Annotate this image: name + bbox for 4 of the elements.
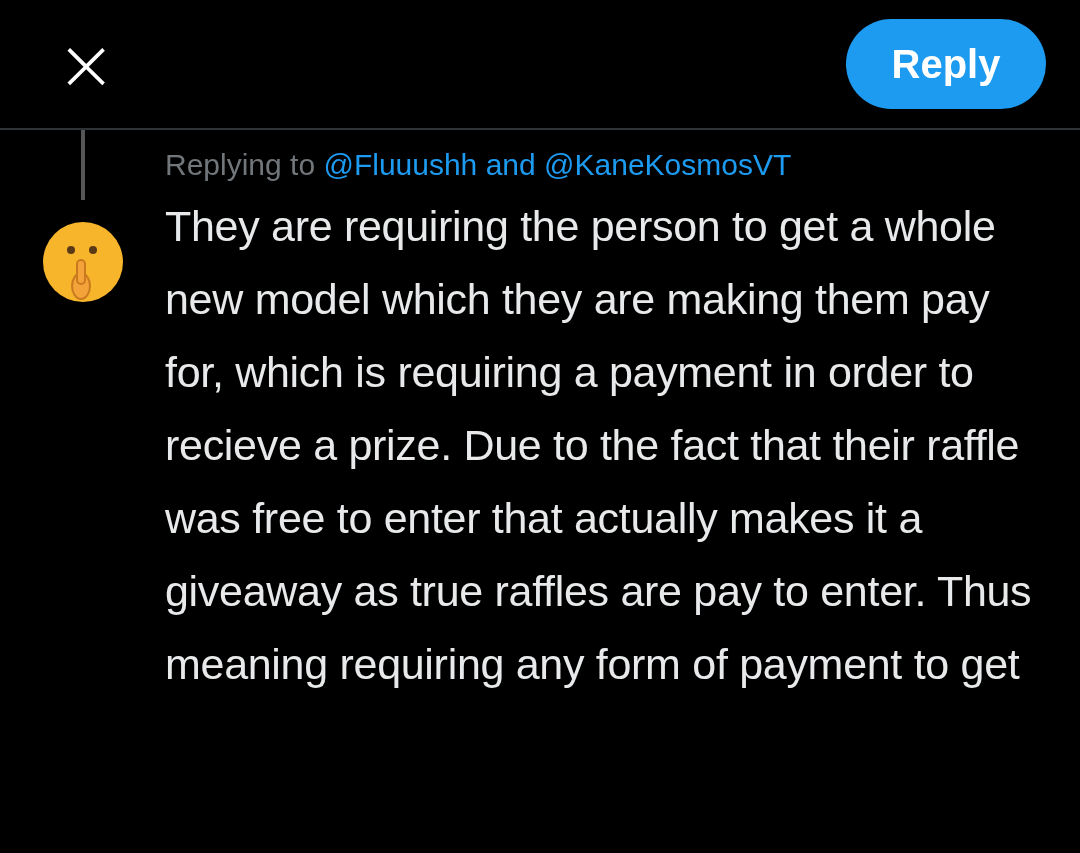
close-button[interactable]: × (50, 28, 123, 100)
emoji-avatar-icon (40, 220, 125, 304)
replying-to-text: Replying to @Fluuushh and @KaneKosmosVT (165, 148, 793, 182)
reply-text: They are requiring the person to get a whole new model which they are making them pay for, which is requiring a payment in order to recieve a prize. Due to the fact that their raffle was free to enter that actually makes it a giveaway as true raffles are pay to enter. Thus meaning requiring any form of payment to get (165, 201, 1033, 690)
